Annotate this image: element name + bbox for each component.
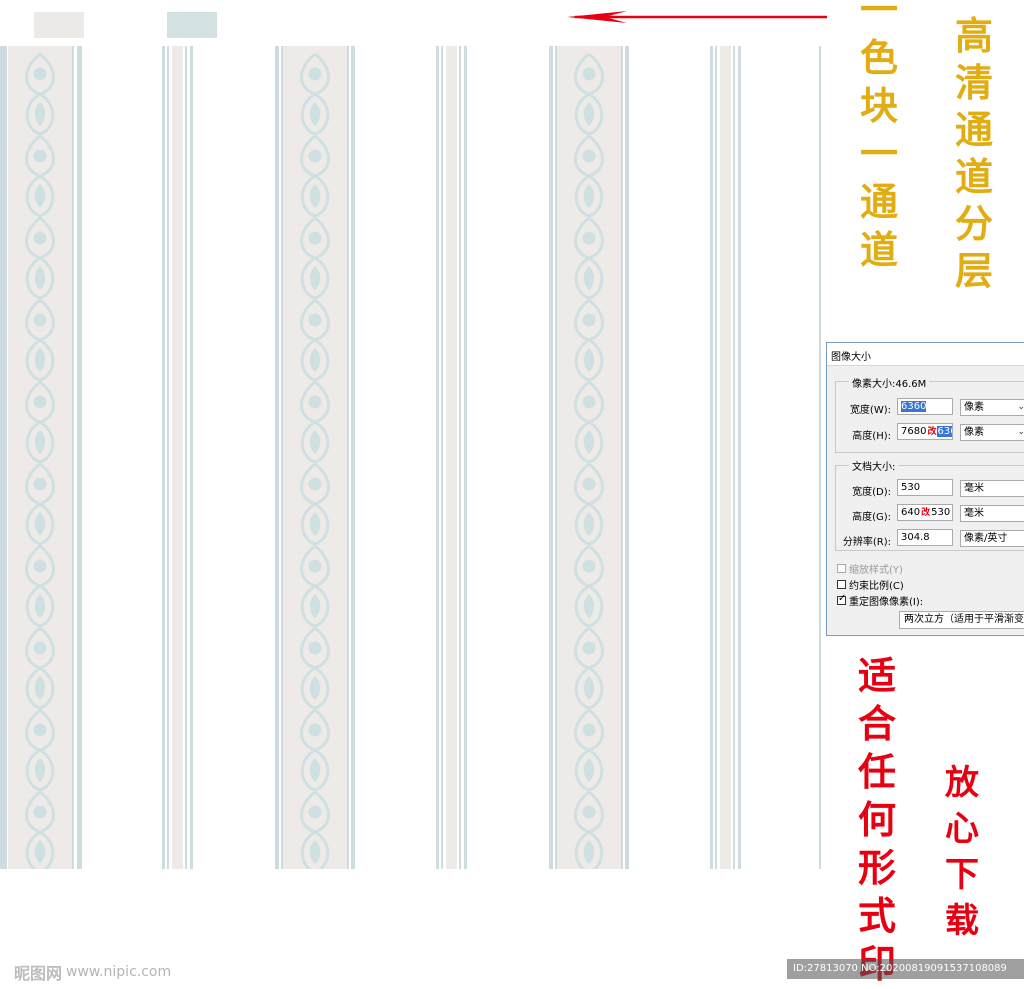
thin-stripe	[710, 46, 713, 869]
annotation-char: 通	[860, 179, 899, 224]
annotation-char: 形	[858, 845, 897, 890]
stripe-border	[77, 46, 82, 869]
checkbox-icon	[837, 564, 846, 573]
annotation-char: 任	[858, 749, 897, 794]
site-watermark: 昵图网 www.nipic.com	[14, 960, 171, 984]
thin-stripe	[185, 46, 187, 869]
ornament-motif	[16, 46, 64, 874]
dialog-titlebar[interactable]: 图像大小	[827, 343, 1024, 366]
ornament-motif	[291, 46, 339, 874]
annotation-char: 式	[858, 893, 897, 938]
annotation-char: 载	[945, 901, 979, 941]
thin-stripe	[441, 46, 443, 869]
color-swatch-beige	[34, 12, 84, 38]
thin-stripe	[190, 46, 193, 869]
pixel-dimensions-group	[835, 381, 1024, 453]
stripe-border	[275, 46, 279, 869]
resolution-unit-select[interactable]: 像素/英寸	[960, 530, 1024, 547]
annotation-char: 何	[858, 797, 897, 842]
annotation-char: 一	[860, 0, 899, 32]
scale-styles-checkbox[interactable]: 缩放样式(Y)	[837, 561, 903, 576]
resample-image-checkbox[interactable]: 重定图像像素(I):	[837, 593, 923, 608]
annotation-char: 通	[955, 107, 994, 152]
doc-width-label: 宽度(D):	[852, 487, 891, 498]
annotation-char: 道	[955, 154, 994, 199]
image-id-label: ID:27813070 NO:20200819091537108089	[787, 959, 1024, 979]
resolution-label: 分辨率(R):	[842, 537, 891, 548]
thin-stripe	[720, 46, 731, 869]
ornament-band	[557, 46, 621, 874]
annotation-char: 分	[955, 201, 994, 246]
stripe-border	[72, 46, 74, 869]
left-arrow-icon	[567, 11, 827, 23]
document-size-label: 文档大小:	[849, 458, 899, 473]
dialog-title: 图像大小	[831, 352, 871, 363]
annotation-char: 一	[860, 131, 899, 176]
checkbox-icon	[837, 580, 846, 589]
annotation-char: 合	[858, 701, 897, 746]
annotation-char: 适	[858, 653, 897, 698]
annotation-char: 高	[955, 13, 994, 58]
color-swatch-bluegray	[167, 12, 217, 38]
thin-stripe	[446, 46, 457, 869]
thin-stripe	[738, 46, 741, 869]
width-unit-select[interactable]: 像素 ⌄	[960, 399, 1024, 416]
annotation-char: 块	[860, 83, 899, 128]
doc-height-label: 高度(G):	[852, 512, 891, 523]
annotation-one-color-one-channel: 一色块一通道	[860, 0, 898, 274]
stripe-border	[0, 46, 7, 869]
annotation-hd-channel-layers: 高清通道分层	[955, 12, 993, 294]
annotation-char: 心	[945, 809, 979, 849]
ornament-motif	[565, 46, 613, 874]
chevron-down-icon: ⌄	[1017, 402, 1024, 412]
site-logo: 昵图网	[14, 964, 63, 983]
chevron-down-icon: ⌄	[1017, 427, 1024, 437]
width-label: 宽度(W):	[849, 405, 891, 416]
annotation-char: 放	[945, 763, 979, 803]
ornament-band	[8, 46, 72, 874]
annotation-suitable-for-print: 适合任何形式印	[858, 652, 896, 988]
width-input[interactable]: 6360	[897, 398, 953, 415]
checkbox-icon	[837, 593, 846, 605]
site-url: www.nipic.com	[66, 964, 172, 980]
doc-width-unit-select[interactable]: 毫米	[960, 480, 1024, 497]
stripe-border	[625, 46, 629, 869]
ornament-band	[283, 46, 347, 874]
annotation-download-confidently: 放心下载	[945, 760, 979, 944]
thin-stripe	[436, 46, 439, 869]
stripe-border	[621, 46, 623, 869]
resolution-input[interactable]: 304.8	[897, 529, 953, 546]
thin-stripe	[172, 46, 183, 869]
thin-stripe	[715, 46, 717, 869]
annotation-char: 道	[860, 227, 899, 272]
height-unit-select[interactable]: 像素 ⌄	[960, 424, 1024, 441]
pixel-dimensions-label: 像素大小:46.6M	[849, 375, 930, 390]
height-input[interactable]: 7680改6360	[897, 423, 953, 440]
annotation-char: 清	[955, 60, 994, 105]
doc-height-unit-select[interactable]: 毫米	[960, 505, 1024, 522]
annotation-char: 色	[860, 35, 899, 80]
thin-stripe	[464, 46, 467, 869]
doc-width-input[interactable]: 530	[897, 479, 953, 496]
thin-stripe	[162, 46, 165, 869]
annotation-char: 层	[955, 248, 994, 293]
thin-stripe	[167, 46, 169, 869]
resample-method-select[interactable]: 两次立方（适用于平滑渐变	[899, 611, 1024, 629]
thin-stripe	[459, 46, 461, 869]
stripe-border	[549, 46, 553, 869]
stripe-border	[351, 46, 355, 869]
thin-stripe	[733, 46, 735, 869]
image-size-dialog: 图像大小 像素大小:46.6M 宽度(W): 6360 像素 ⌄ 高度(H): 7…	[826, 342, 1024, 636]
height-label: 高度(H):	[852, 431, 891, 442]
annotation-char: 下	[945, 855, 979, 895]
stripe-pattern	[0, 46, 830, 874]
constrain-proportions-checkbox[interactable]: 约束比例(C)	[837, 577, 904, 592]
stripe-border	[347, 46, 349, 869]
doc-height-input[interactable]: 640改530	[897, 504, 953, 521]
thin-stripe	[819, 46, 821, 869]
